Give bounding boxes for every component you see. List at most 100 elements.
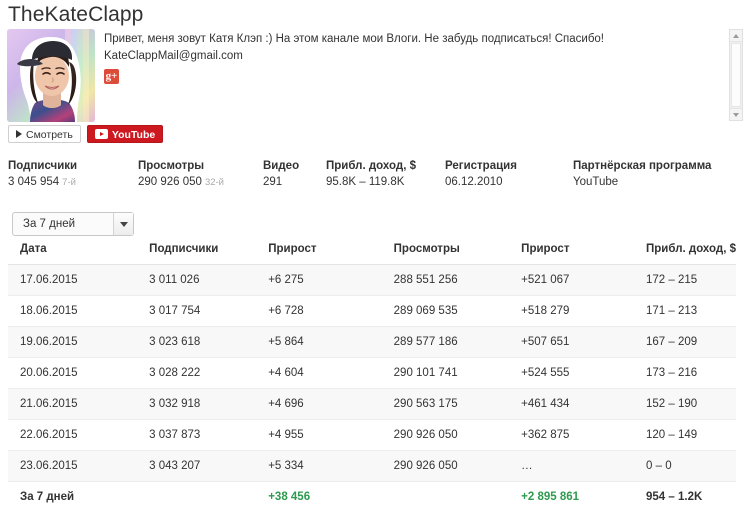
cell-subscribers: 3 037 873 (137, 419, 257, 451)
youtube-button-label: YouTube (111, 129, 156, 141)
watch-button[interactable]: Смотреть (8, 125, 81, 143)
stat-subscribers-rank: 7-й (62, 177, 76, 188)
period-select-wrapper: За 7 дней (12, 212, 134, 236)
cell-income: 120 – 149 (634, 419, 736, 451)
stats-table-foot: За 7 дней +38 456 +2 895 861 954 – 1.2K (8, 481, 736, 512)
stat-views: Просмотры 290 926 050 32-й (138, 158, 224, 191)
description-email: KateClappMail@gmail.com (104, 50, 243, 62)
table-row: 21.06.2015 3 032 918 +4 696 290 563 175 +461… (8, 388, 736, 420)
cell-date: 21.06.2015 (8, 388, 138, 420)
stat-partner-program: Партнёрская программа YouTube (573, 158, 711, 191)
stat-videos-value: 291 (263, 176, 283, 188)
chevron-down-icon[interactable] (113, 213, 133, 235)
cell-date: 18.06.2015 (8, 295, 138, 327)
description-scrollbar[interactable] (729, 29, 743, 121)
stat-income: Прибл. доход, $ 95.8K – 119.8K (326, 158, 416, 191)
cell-subs-growth: +6 275 (256, 264, 382, 296)
stat-registration-value: 06.12.2010 (445, 176, 503, 188)
cell-views: 290 563 175 (381, 388, 510, 420)
cell-views: 290 926 050 (381, 419, 510, 451)
total-income: 954 – 1.2K (634, 481, 736, 512)
stats-table: Дата Подписчики Прирост Просмотры Прирос… (8, 243, 736, 512)
table-header-row: Дата Подписчики Прирост Просмотры Прирос… (8, 243, 736, 265)
stat-videos-label: Видео (263, 160, 300, 172)
play-icon (16, 130, 22, 139)
col-header-date[interactable]: Дата (8, 243, 138, 265)
stat-registration: Регистрация 06.12.2010 (445, 158, 517, 191)
cell-income: 172 – 215 (634, 264, 736, 296)
stat-views-label: Просмотры (138, 160, 205, 172)
cell-views-growth: +524 555 (509, 357, 635, 389)
col-header-subs-growth[interactable]: Прирост (256, 243, 382, 265)
cell-date: 23.06.2015 (8, 450, 138, 482)
stat-income-value: 95.8K – 119.8K (326, 176, 405, 188)
channel-description: Привет, меня зовут Катя Клэп :) На этом … (104, 31, 704, 84)
table-total-row: За 7 дней +38 456 +2 895 861 954 – 1.2K (8, 481, 736, 512)
table-row: 19.06.2015 3 023 618 +5 864 289 577 186 +507… (8, 326, 736, 358)
stat-registration-label: Регистрация (445, 160, 517, 172)
scroll-up-icon[interactable] (730, 30, 742, 42)
stat-partner-program-label: Партнёрская программа (573, 160, 712, 172)
stat-subscribers-value: 3 045 954 7-й (8, 176, 76, 188)
col-header-views-growth[interactable]: Прирост (509, 243, 635, 265)
stat-videos: Видео 291 (263, 158, 299, 191)
cell-income: 171 – 213 (634, 295, 736, 327)
stat-views-rank: 32-й (204, 177, 224, 188)
cell-views-growth: +362 875 (509, 419, 635, 451)
avatar (7, 29, 95, 122)
cell-views: 290 926 050 (381, 450, 510, 482)
cell-views-growth: +521 067 (509, 264, 635, 296)
description-line-1: Привет, меня зовут Катя Клэп :) На этом … (104, 33, 604, 45)
cell-income: 0 – 0 (634, 450, 736, 482)
table-row: 23.06.2015 3 043 207 +5 334 290 926 050… 0 –… (8, 450, 736, 482)
cell-subs-growth: +5 334 (256, 450, 382, 482)
scrollbar-thumb[interactable] (731, 43, 741, 107)
table-row: 18.06.2015 3 017 754 +6 728 289 069 535 +518… (8, 295, 736, 327)
stat-views-value: 290 926 050 32-й (138, 176, 224, 188)
col-header-income[interactable]: Прибл. доход, $ (634, 243, 736, 265)
period-select-value: За 7 дней (23, 218, 76, 230)
cell-views: 289 577 186 (381, 326, 510, 358)
col-header-views[interactable]: Просмотры (381, 243, 510, 265)
total-subs-growth: +38 456 (256, 481, 382, 512)
cell-subs-growth: +4 696 (256, 388, 382, 420)
cell-subscribers: 3 023 618 (137, 326, 257, 358)
table-row: 20.06.2015 3 028 222 +4 604 290 101 741 +524… (8, 357, 736, 389)
cell-views-growth: +461 434 (509, 388, 635, 420)
table-row: 17.06.2015 3 011 026 +6 275 288 551 256 +521… (8, 264, 736, 296)
cell-subs-growth: +4 955 (256, 419, 382, 451)
cell-subs-growth: +4 604 (256, 357, 382, 389)
stat-subscribers: Подписчики 3 045 954 7-й (8, 158, 77, 191)
cell-subs-growth: +6 728 (256, 295, 382, 327)
cell-date: 19.06.2015 (8, 326, 138, 358)
total-views-growth: +2 895 861 (509, 481, 635, 512)
cell-date: 20.06.2015 (8, 357, 138, 389)
cell-views: 290 101 741 (381, 357, 510, 389)
cell-views-growth: +507 651 (509, 326, 635, 358)
col-header-subscribers[interactable]: Подписчики (137, 243, 257, 265)
cell-subscribers: 3 032 918 (137, 388, 257, 420)
stats-table-head: Дата Подписчики Прирост Просмотры Прирос… (8, 243, 736, 265)
channel-stats-page: TheKateClapp Привет, меня зовут Катя Клэ… (0, 0, 750, 517)
table-row: 22.06.2015 3 037 873 +4 955 290 926 050 +362… (8, 419, 736, 451)
watch-button-label: Смотреть (26, 129, 73, 141)
cell-views: 289 069 535 (381, 295, 510, 327)
total-views (381, 481, 510, 512)
scroll-down-icon[interactable] (730, 108, 742, 120)
cell-subscribers: 3 028 222 (137, 357, 257, 389)
stat-income-label: Прибл. доход, $ (326, 160, 416, 172)
cell-date: 22.06.2015 (8, 419, 138, 451)
cell-subscribers: 3 011 026 (137, 264, 257, 296)
google-plus-icon[interactable]: g+ (104, 69, 119, 84)
cell-date: 17.06.2015 (8, 264, 138, 296)
youtube-icon (94, 129, 108, 140)
action-buttons: Смотреть YouTube (8, 125, 164, 143)
page-title: TheKateClapp (8, 3, 144, 26)
cell-income: 167 – 209 (634, 326, 736, 358)
cell-subs-growth: +5 864 (256, 326, 382, 358)
stat-partner-program-value: YouTube (573, 176, 619, 188)
period-select[interactable]: За 7 дней (12, 212, 134, 236)
cell-views: 288 551 256 (381, 264, 510, 296)
youtube-button[interactable]: YouTube (86, 125, 164, 143)
summary-stats: Подписчики 3 045 954 7-й Просмотры 290 92… (8, 158, 743, 194)
